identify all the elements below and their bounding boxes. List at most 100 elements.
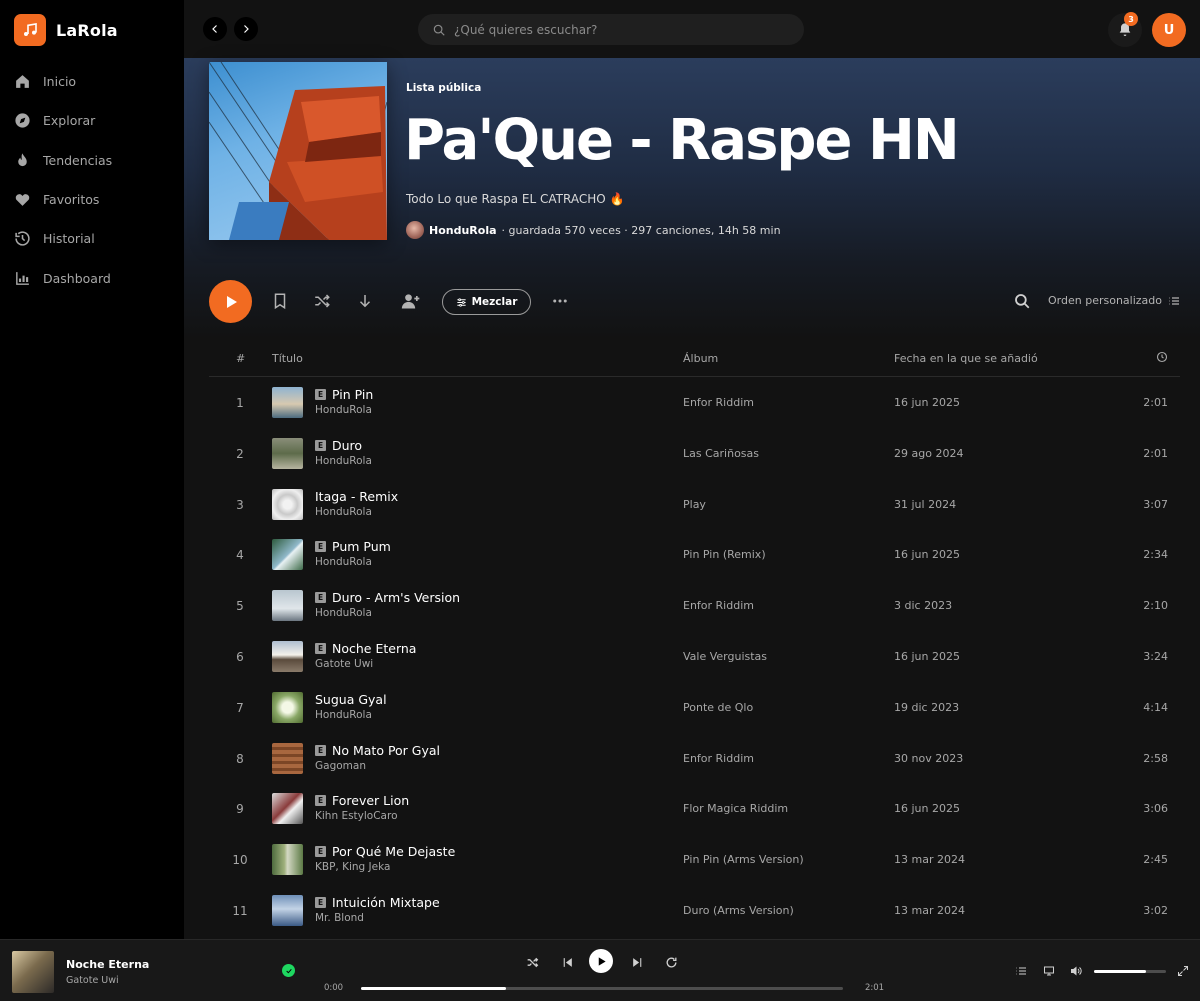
track-title[interactable]: Por Qué Me Dejaste	[332, 844, 455, 859]
column-date-added[interactable]: Fecha en la que se añadió	[894, 352, 1038, 365]
track-album[interactable]: Play	[683, 498, 706, 511]
track-artist[interactable]: Mr. Blond	[315, 912, 364, 924]
fullscreen-button[interactable]	[1176, 964, 1190, 978]
track-title[interactable]: Duro	[332, 438, 362, 453]
column-title[interactable]: Título	[272, 352, 303, 365]
track-title[interactable]: Sugua Gyal	[315, 692, 387, 707]
track-album[interactable]: Vale Verguistas	[683, 650, 767, 663]
action-bar: Mezclar Orden personalizado	[184, 263, 1200, 339]
sidebar-item-favoritos[interactable]: Favoritos	[0, 180, 184, 219]
track-album[interactable]: Pin Pin (Arms Version)	[683, 853, 804, 866]
chart-icon	[16, 271, 29, 285]
sidebar-item-historial[interactable]: Historial	[0, 219, 184, 258]
track-album[interactable]: Enfor Riddim	[683, 599, 754, 612]
repeat-button[interactable]	[663, 954, 679, 970]
volume-slider[interactable]	[1094, 970, 1166, 973]
track-cover	[272, 539, 303, 571]
track-album[interactable]: Enfor Riddim	[683, 396, 754, 409]
back-button[interactable]	[203, 17, 227, 41]
search-bar[interactable]	[418, 14, 804, 45]
sidebar-item-tendencias[interactable]: Tendencias	[0, 141, 184, 180]
next-button[interactable]	[629, 954, 645, 970]
owner-avatar[interactable]	[406, 221, 424, 239]
playlist-description: Todo Lo que Raspa EL CATRACHO 🔥	[406, 192, 625, 206]
table-row[interactable]: 1 E Pin Pin HonduRola Enfor Riddim 16 jun 202…	[209, 378, 1180, 429]
previous-button[interactable]	[559, 954, 575, 970]
track-album[interactable]: Duro (Arms Version)	[683, 904, 794, 917]
sidebar-item-dashboard[interactable]: Dashboard	[0, 258, 184, 297]
playlist-search-button[interactable]	[1012, 291, 1032, 311]
track-title[interactable]: Duro - Arm's Version	[332, 590, 460, 605]
save-button[interactable]	[270, 291, 290, 311]
column-album[interactable]: Álbum	[683, 352, 718, 365]
app-logo[interactable]: LaRola	[14, 14, 118, 46]
player-play-button[interactable]	[589, 949, 613, 973]
track-artist[interactable]: HonduRola	[315, 506, 372, 518]
explicit-badge: E	[315, 897, 326, 908]
track-cover	[272, 793, 303, 825]
track-title[interactable]: Itaga - Remix	[315, 489, 398, 504]
track-artist[interactable]: HonduRola	[315, 556, 372, 568]
track-number: 10	[232, 853, 248, 868]
track-title[interactable]: Pum Pum	[332, 539, 391, 554]
history-icon	[15, 231, 30, 246]
table-row[interactable]: 2 E Duro HonduRola Las Cariñosas 29 ago 2024 2…	[209, 429, 1180, 480]
add-collaborator-button[interactable]	[399, 291, 423, 311]
play-button[interactable]	[209, 280, 252, 323]
queue-button[interactable]	[1014, 964, 1028, 978]
table-row[interactable]: 6 E Noche Eterna Gatote Uwi Vale Verguistas 1…	[209, 632, 1180, 683]
track-album[interactable]: Ponte de Qlo	[683, 701, 753, 714]
table-row[interactable]: 11 E Intuición Mixtape Mr. Blond Duro (Arms …	[209, 886, 1180, 937]
forward-button[interactable]	[234, 17, 258, 41]
track-artist[interactable]: Gagoman	[315, 760, 366, 772]
table-row[interactable]: 4 E Pum Pum HonduRola Pin Pin (Remix) 16 jun …	[209, 530, 1180, 581]
notifications-button[interactable]: 3	[1108, 12, 1142, 47]
more-options-button[interactable]	[550, 291, 570, 311]
sidebar-item-explorar[interactable]: Explorar	[0, 101, 184, 140]
table-row[interactable]: 10 E Por Qué Me Dejaste KBP, King Jeka Pin P…	[209, 835, 1180, 886]
track-artist[interactable]: HonduRola	[315, 455, 372, 467]
sidebar-item-inicio[interactable]: Inicio	[0, 62, 184, 101]
now-playing-title[interactable]: Noche Eterna	[66, 958, 149, 971]
playlist-stats: · guardada 570 veces · 297 canciones, 14…	[501, 223, 781, 237]
player-shuffle-button[interactable]	[524, 954, 540, 970]
table-row[interactable]: 5 E Duro - Arm's Version HonduRola Enfor Rid…	[209, 581, 1180, 632]
track-album[interactable]: Las Cariñosas	[683, 447, 759, 460]
table-row[interactable]: 7 Sugua Gyal HonduRola Ponte de Qlo 19 dic 2…	[209, 683, 1180, 734]
track-artist[interactable]: HonduRola	[315, 404, 372, 416]
table-row[interactable]: 3 Itaga - Remix HonduRola Play 31 jul 2024 3:…	[209, 480, 1180, 531]
track-title-line: E No Mato Por Gyal	[315, 743, 440, 758]
owner-name[interactable]: HonduRola	[429, 224, 497, 237]
now-playing-cover[interactable]	[12, 951, 54, 993]
play-icon	[226, 295, 237, 308]
track-artist[interactable]: HonduRola	[315, 607, 372, 619]
track-duration: 2:10	[1143, 599, 1168, 613]
saved-check-icon[interactable]	[282, 964, 295, 977]
track-artist[interactable]: Kihn EstyloCaro	[315, 810, 398, 822]
now-playing-artist[interactable]: Gatote Uwi	[66, 975, 119, 986]
track-artist[interactable]: HonduRola	[315, 709, 372, 721]
search-input[interactable]	[454, 22, 784, 37]
user-avatar[interactable]: U	[1152, 13, 1186, 47]
volume-button[interactable]	[1069, 964, 1083, 978]
mix-button[interactable]: Mezclar	[442, 289, 531, 315]
track-title[interactable]: Noche Eterna	[332, 641, 416, 656]
track-album[interactable]: Pin Pin (Remix)	[683, 548, 766, 561]
download-button[interactable]	[355, 291, 375, 311]
sort-dropdown[interactable]: Orden personalizado	[1048, 294, 1180, 307]
track-duration: 2:01	[1143, 396, 1168, 409]
add-user-icon	[401, 294, 420, 309]
device-button[interactable]	[1042, 964, 1056, 978]
track-album[interactable]: Enfor Riddim	[683, 752, 754, 765]
track-title[interactable]: Pin Pin	[332, 387, 373, 402]
track-artist[interactable]: KBP, King Jeka	[315, 861, 390, 873]
track-title[interactable]: Intuición Mixtape	[332, 895, 440, 910]
track-album[interactable]: Flor Magica Riddim	[683, 802, 788, 815]
shuffle-button[interactable]	[312, 291, 332, 311]
track-title[interactable]: Forever Lion	[332, 793, 409, 808]
table-row[interactable]: 9 E Forever Lion Kihn EstyloCaro Flor Magica…	[209, 784, 1180, 835]
progress-bar[interactable]	[361, 987, 843, 990]
table-row[interactable]: 8 E No Mato Por Gyal Gagoman Enfor Riddim 30 …	[209, 734, 1180, 785]
track-artist[interactable]: Gatote Uwi	[315, 658, 373, 670]
track-title[interactable]: No Mato Por Gyal	[332, 743, 440, 758]
